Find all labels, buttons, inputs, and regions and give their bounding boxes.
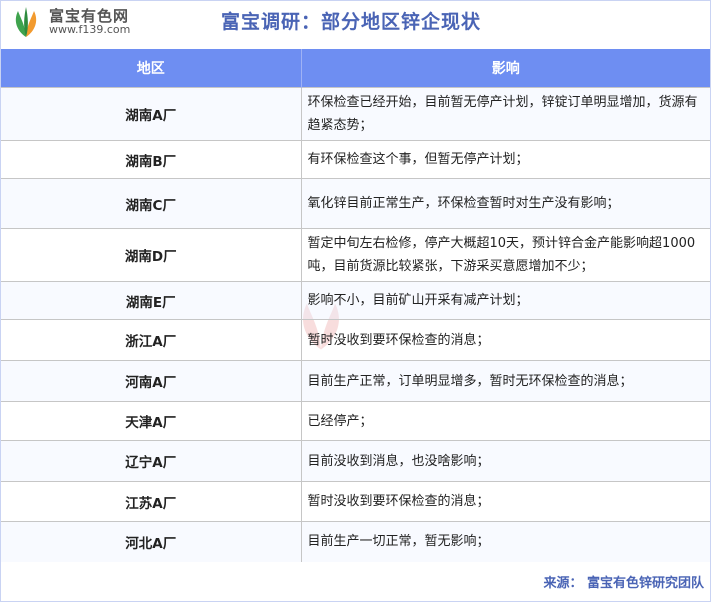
brand-url: www.f139.com	[49, 23, 131, 37]
region-cell: 湖南C厂	[1, 178, 302, 229]
brand-name: 富宝有色网	[49, 6, 130, 25]
table-row: 浙江A厂 暂时没收到要环保检查的消息；	[1, 319, 710, 361]
impact-cell: 环保检查已经开始，目前暂无停产计划，锌锭订单明显增加，货源有趋紧态势；	[301, 87, 710, 141]
table-row: 河北A厂 目前生产一切正常，暂无影响；	[1, 521, 710, 562]
region-cell: 湖南A厂	[1, 87, 302, 141]
region-cell: 湖南E厂	[1, 281, 302, 320]
impact-cell: 影响不小，目前矿山开采有减产计划；	[301, 281, 710, 320]
impact-cell: 有环保检查这个事，但暂无停产计划；	[301, 140, 710, 179]
table-row: 湖南E厂 影响不小，目前矿山开采有减产计划；	[1, 281, 710, 320]
page-title: 富宝调研：部分地区锌企现状	[221, 11, 482, 33]
table-row: 湖南D厂 暂定中旬左右检修，停产大概超10天，预计锌合金产能影响超1000吨，目…	[1, 228, 710, 282]
report-page: 富宝有色网 www.f139.com 富宝调研：部分地区锌企现状 地区 影响 湖…	[0, 0, 711, 602]
region-cell: 湖南D厂	[1, 228, 302, 282]
impact-cell: 目前生产正常，订单明显增多，暂时无环保检查的消息；	[301, 360, 710, 402]
region-cell: 天津A厂	[1, 401, 302, 441]
region-cell: 江苏A厂	[1, 481, 302, 522]
table-row: 湖南A厂 环保检查已经开始，目前暂无停产计划，锌锭订单明显增加，货源有趋紧态势；	[1, 87, 710, 141]
table-row: 辽宁A厂 目前没收到消息，也没啥影响；	[1, 440, 710, 482]
header: 富宝有色网 www.f139.com 富宝调研：部分地区锌企现状	[1, 1, 710, 49]
region-cell: 河南A厂	[1, 360, 302, 402]
impact-cell: 暂时没收到要环保检查的消息；	[301, 481, 710, 522]
source-note: 来源： 富宝有色锌研究团队	[543, 576, 704, 591]
table-header-row: 地区 影响	[1, 49, 710, 88]
header-region: 地区	[1, 49, 302, 88]
impact-cell: 目前生产一切正常，暂无影响；	[301, 521, 710, 562]
impact-cell: 暂时没收到要环保检查的消息；	[301, 319, 710, 361]
table-row: 河南A厂 目前生产正常，订单明显增多，暂时无环保检查的消息；	[1, 360, 710, 402]
table-row: 天津A厂 已经停产；	[1, 401, 710, 441]
impact-cell: 暂定中旬左右检修，停产大概超10天，预计锌合金产能影响超1000吨，目前货源比较…	[301, 228, 710, 282]
table-row: 江苏A厂 暂时没收到要环保检查的消息；	[1, 481, 710, 522]
region-cell: 辽宁A厂	[1, 440, 302, 482]
impact-cell: 目前没收到消息，也没啥影响；	[301, 440, 710, 482]
region-cell: 湖南B厂	[1, 140, 302, 179]
brand-logo: 富宝有色网 www.f139.com	[9, 5, 130, 39]
region-cell: 河北A厂	[1, 521, 302, 562]
status-table: 地区 影响 湖南A厂 环保检查已经开始，目前暂无停产计划，锌锭订单明显增加，货源…	[1, 49, 710, 562]
impact-cell: 氧化锌目前正常生产，环保检查暂时对生产没有影响；	[301, 178, 710, 229]
table-row: 湖南B厂 有环保检查这个事，但暂无停产计划；	[1, 140, 710, 179]
leaf-logo-icon	[15, 7, 37, 37]
header-impact: 影响	[301, 49, 710, 88]
table-row: 湖南C厂 氧化锌目前正常生产，环保检查暂时对生产没有影响；	[1, 178, 710, 229]
region-cell: 浙江A厂	[1, 319, 302, 361]
impact-cell: 已经停产；	[301, 401, 710, 441]
